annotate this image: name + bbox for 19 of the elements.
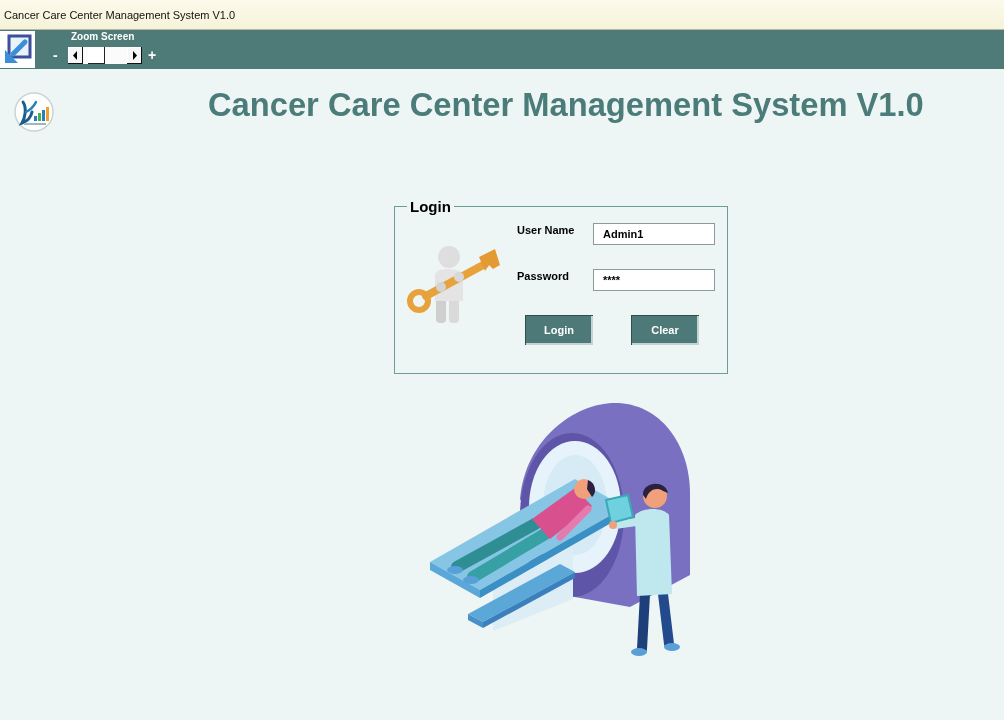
zoom-label: Zoom Screen bbox=[71, 31, 136, 43]
window-title: Cancer Care Center Management System V1.0 bbox=[4, 8, 236, 21]
arrow-in-box-icon bbox=[3, 34, 32, 65]
input-field[interactable]: **** bbox=[593, 269, 715, 291]
logo-icon bbox=[14, 92, 54, 132]
field-label: Password bbox=[517, 269, 570, 282]
input-field[interactable]: Admin1 bbox=[593, 223, 715, 245]
scroll-right-button[interactable] bbox=[127, 47, 142, 64]
toolbar-button[interactable] bbox=[0, 31, 35, 68]
scroll-left-button[interactable] bbox=[68, 47, 83, 64]
plus-sign: + bbox=[148, 47, 157, 64]
field-label: User Name bbox=[517, 223, 576, 236]
clear-button[interactable]: Clear bbox=[631, 315, 699, 345]
login-button[interactable]: Login bbox=[525, 315, 593, 345]
panel-title: Login bbox=[409, 198, 452, 215]
app-title: Cancer Care Center Management System V1.0 bbox=[208, 87, 924, 123]
zoom-slider[interactable] bbox=[68, 47, 142, 64]
slider-thumb[interactable] bbox=[88, 47, 106, 64]
minus-sign: - bbox=[52, 47, 59, 64]
